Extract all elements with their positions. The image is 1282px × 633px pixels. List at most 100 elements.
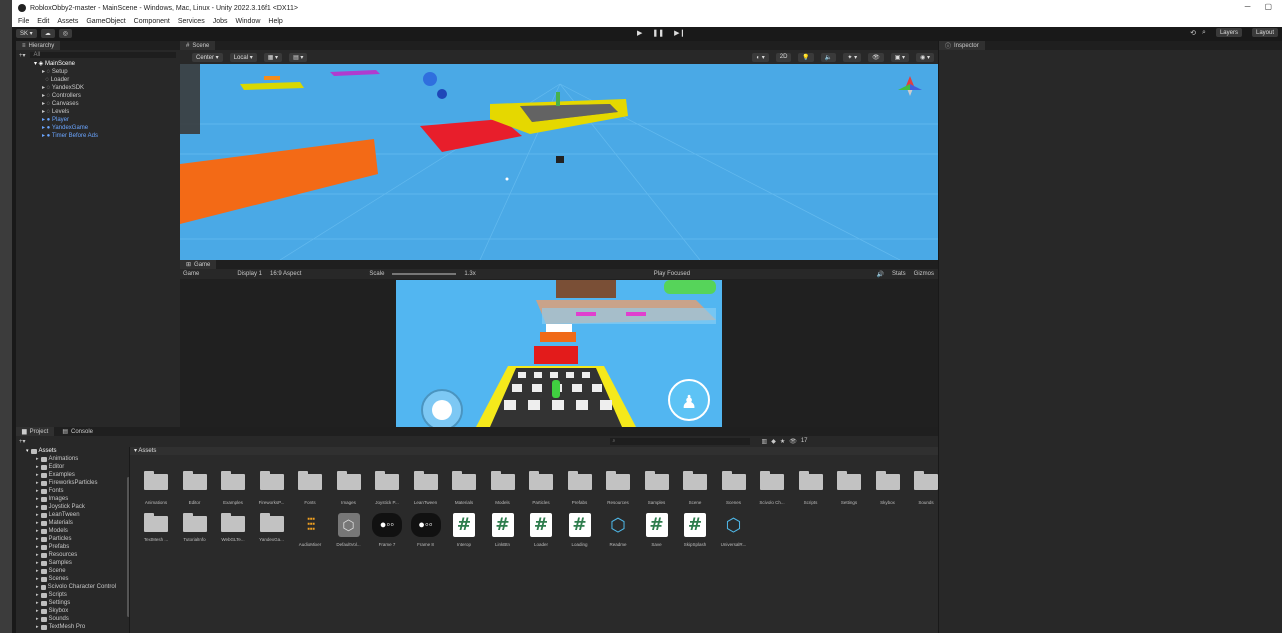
hierarchy-item-timer-before-ads[interactable]: ▸ ● Timer Before Ads — [42, 132, 180, 140]
asset-image-frame-7[interactable]: ●◦◦ Frame 7 — [369, 513, 405, 547]
tree-item-samples[interactable]: ▸ Samples — [36, 559, 116, 567]
hierarchy-item-levels[interactable]: ▸ ◌ Levels — [42, 108, 180, 116]
menu-assets[interactable]: Assets — [57, 18, 78, 25]
asset-folder-scene[interactable]: Scene — [677, 471, 713, 505]
hierarchy-search-input[interactable]: All — [29, 52, 176, 58]
menu-file[interactable]: File — [18, 18, 29, 25]
label-icon[interactable]: ◆ — [771, 438, 776, 445]
hierarchy-item-player[interactable]: ▸ ● Player — [42, 116, 180, 124]
pause-icon[interactable]: ❚❚ — [652, 29, 664, 37]
tree-item-sounds[interactable]: ▸ Sounds — [36, 615, 116, 623]
tab-project[interactable]: ▆ Project — [16, 427, 55, 436]
hierarchy-item-setup[interactable]: ▸ ◌ Setup — [42, 68, 180, 76]
tree-item-scene[interactable]: ▸ Scene — [36, 567, 116, 575]
tree-item-settings[interactable]: ▸ Settings — [36, 599, 116, 607]
expand-arrow-icon[interactable]: ▸ — [36, 519, 39, 527]
tree-item-fonts[interactable]: ▸ Fonts — [36, 487, 116, 495]
asset-folder-sounds[interactable]: Sounds — [908, 471, 944, 505]
tree-item-animations[interactable]: ▸ Animations — [36, 455, 116, 463]
tree-item-skybox[interactable]: ▸ Skybox — [36, 607, 116, 615]
asset-script-loader[interactable]: # Loader — [523, 513, 559, 547]
hierarchy-item-yandexgame[interactable]: ▸ ● YandexGame — [42, 124, 180, 132]
asset-folder-webglte-[interactable]: WebGLTe... — [215, 513, 251, 542]
tab-console[interactable]: ▤ Console — [56, 427, 99, 436]
hierarchy-item-yandexsdk[interactable]: ▸ ◌ YandexSDK — [42, 84, 180, 92]
audio-icon[interactable]: 🔈 — [820, 52, 837, 62]
expand-arrow-icon[interactable]: ▸ — [36, 615, 39, 623]
tab-hierarchy[interactable]: ≡ Hierarchy — [16, 41, 61, 50]
create-icon[interactable]: +▾ — [19, 438, 26, 445]
display-dropdown[interactable]: Display 1 — [237, 271, 262, 277]
search-icon[interactable]: ⌕ — [1202, 29, 1206, 37]
asset-folder-fireworksp-[interactable]: FireworksP... — [254, 471, 290, 505]
tab-scene[interactable]: # Scene — [180, 41, 216, 50]
asset-folder-models[interactable]: Models — [485, 471, 521, 505]
asset-script-skipsplash[interactable]: # SkipSplash — [677, 513, 713, 547]
gizmos-dropdown[interactable]: Gizmos — [914, 271, 934, 277]
expand-arrow-icon[interactable]: ▸ — [36, 487, 39, 495]
layers-dropdown[interactable]: Layers — [1215, 28, 1242, 37]
tree-item-leantween[interactable]: ▸ LeanTween — [36, 511, 116, 519]
asset-folder-textmesh-[interactable]: TextMesh ... — [138, 513, 174, 542]
asset-folder-joystick-p-[interactable]: Joystick P... — [369, 471, 405, 505]
expand-arrow-icon[interactable]: ▸ — [36, 495, 39, 503]
render-mode-icon[interactable]: ◐ ▾ — [752, 52, 769, 62]
aspect-dropdown[interactable]: 16:9 Aspect — [270, 271, 301, 277]
expand-arrow-icon[interactable]: ▸ — [36, 623, 39, 631]
account-dropdown[interactable]: SK ▾ — [16, 29, 37, 38]
menu-edit[interactable]: Edit — [37, 18, 49, 25]
visibility-icon[interactable]: 👁 — [789, 438, 797, 445]
expand-arrow-icon[interactable]: ▸ — [36, 551, 39, 559]
hierarchy-item-mainscene[interactable]: ▾ ◈ MainScene — [34, 60, 180, 68]
expand-arrow-icon[interactable]: ▸ — [36, 583, 39, 591]
favorite-icon[interactable]: ★ — [780, 438, 785, 445]
stats-button[interactable]: Stats — [892, 271, 906, 277]
hidden-objects-icon[interactable]: 👁 — [868, 52, 884, 62]
tree-item-textmesh-pro[interactable]: ▸ TextMesh Pro — [36, 623, 116, 631]
toggle-2d-button[interactable]: 2D — [775, 52, 792, 62]
snap-icon[interactable]: ▦ ▾ — [263, 52, 283, 62]
asset-folder-settings[interactable]: Settings — [831, 471, 867, 505]
asset-folder-animations[interactable]: Animations — [138, 471, 174, 505]
asset-folder-leantween[interactable]: LeanTween — [408, 471, 444, 505]
asset-folder-images[interactable]: Images — [331, 471, 367, 505]
maximize-icon[interactable]: ▢ — [1264, 2, 1272, 11]
hierarchy-item-controllers[interactable]: ▸ ◌ Controllers — [42, 92, 180, 100]
asset-folder-skybox[interactable]: Skybox — [870, 471, 906, 505]
tree-item-scripts[interactable]: ▸ Scripts — [36, 591, 116, 599]
asset-folder-prefabs[interactable]: Prefabs — [562, 471, 598, 505]
asset-json-readme[interactable]: ⬡ Readme — [600, 513, 636, 547]
asset-script-linkbtn[interactable]: # LinkBtn — [485, 513, 521, 547]
project-search-input[interactable]: ⌕ — [609, 437, 750, 445]
asset-folder-particles[interactable]: Particles — [523, 471, 559, 505]
tree-item-images[interactable]: ▸ Images — [36, 495, 116, 503]
tree-item-joystick-pack[interactable]: ▸ Joystick Pack — [36, 503, 116, 511]
asset-folder-materials[interactable]: Materials — [446, 471, 482, 505]
expand-arrow-icon[interactable]: ▸ — [36, 575, 39, 583]
expand-arrow-icon[interactable]: ▸ — [36, 479, 39, 487]
tree-item-assets[interactable]: ▾ Assets — [26, 447, 116, 455]
expand-arrow-icon[interactable]: ▸ — [36, 455, 39, 463]
minimize-icon[interactable]: ─ — [1245, 2, 1251, 11]
tree-item-scenes[interactable]: ▸ Scenes — [36, 575, 116, 583]
add-icon[interactable]: +▾ — [19, 52, 26, 59]
layout-dropdown[interactable]: Layout — [1251, 28, 1278, 37]
tree-item-models[interactable]: ▸ Models — [36, 527, 116, 535]
tree-item-editor[interactable]: ▸ Editor — [36, 463, 116, 471]
tree-item-fireworksparticles[interactable]: ▸ FireworksParticles — [36, 479, 116, 487]
asset-folder-editor[interactable]: Editor — [177, 471, 213, 505]
asset-folder-fonts[interactable]: Fonts — [292, 471, 328, 505]
tree-item-scivolo-character-control[interactable]: ▸ Scivolo Character Control — [36, 583, 116, 591]
mute-audio-icon[interactable]: 🔊 — [876, 271, 883, 278]
expand-arrow-icon[interactable]: ▸ — [36, 559, 39, 567]
tree-item-examples[interactable]: ▸ Examples — [36, 471, 116, 479]
asset-script-save[interactable]: # Save — [639, 513, 675, 547]
expand-arrow-icon[interactable]: ▸ — [36, 543, 39, 551]
play-icon[interactable]: ▶ — [637, 29, 642, 37]
tree-item-prefabs[interactable]: ▸ Prefabs — [36, 543, 116, 551]
space-dropdown[interactable]: Local ▾ — [229, 52, 257, 62]
camera-icon[interactable]: ▣ ▾ — [890, 52, 910, 62]
game-viewport[interactable]: ♟ — [396, 280, 722, 427]
asset-folder-examples[interactable]: Examples — [215, 471, 251, 505]
asset-folder-tutorialinfo[interactable]: TutorialInfo — [177, 513, 213, 542]
